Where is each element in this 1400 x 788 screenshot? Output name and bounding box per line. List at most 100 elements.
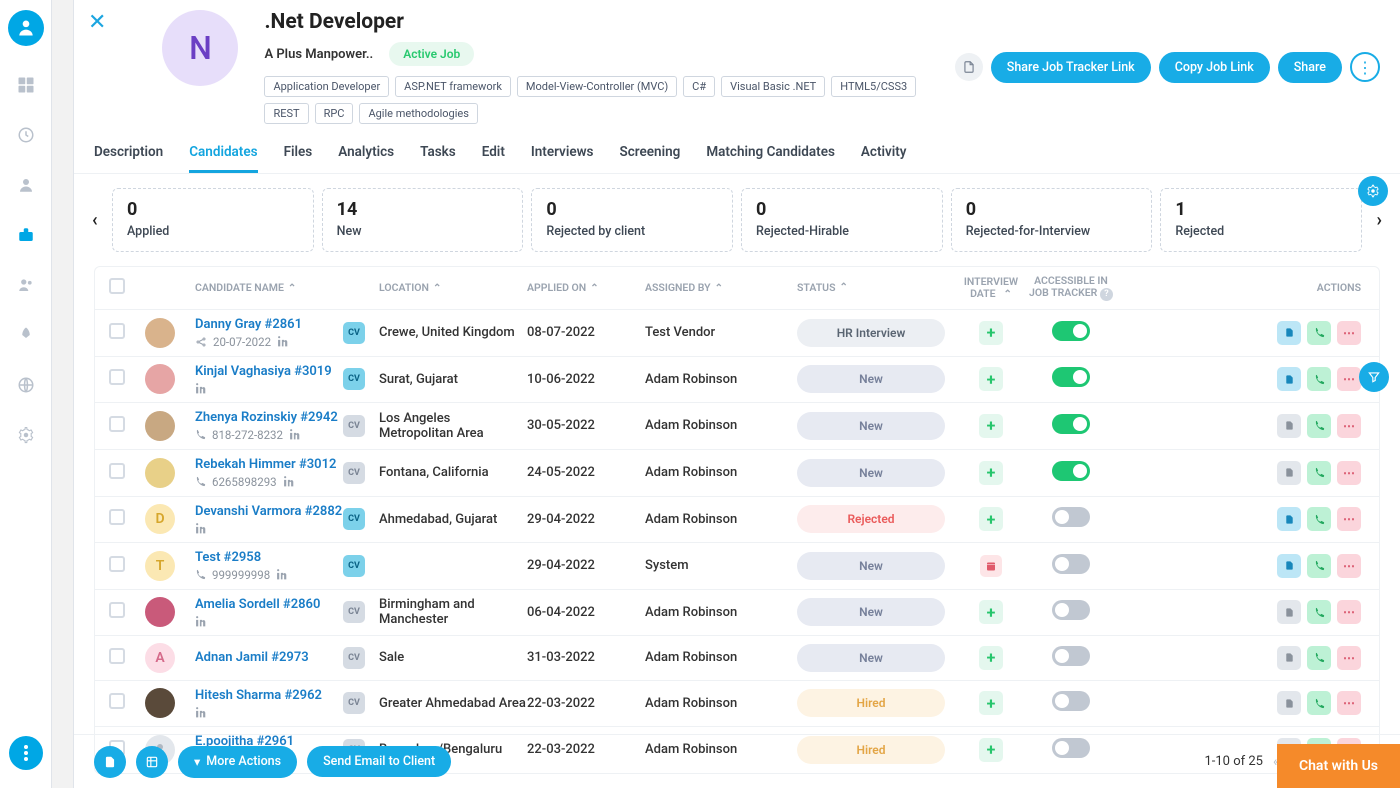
tab-files[interactable]: Files <box>284 138 313 173</box>
status-pill[interactable]: New <box>797 552 945 580</box>
nav-globe-icon[interactable] <box>15 374 37 396</box>
row-checkbox[interactable] <box>109 648 125 664</box>
add-interview-icon[interactable]: + <box>979 414 1003 438</box>
cv-badge[interactable]: CV <box>343 555 365 577</box>
row-checkbox[interactable] <box>109 369 125 385</box>
call-action-icon[interactable] <box>1307 600 1331 624</box>
call-action-icon[interactable] <box>1307 461 1331 485</box>
share-button[interactable]: Share <box>1278 52 1342 83</box>
cv-badge[interactable]: CV <box>343 692 365 714</box>
nav-rocket-icon[interactable] <box>15 324 37 346</box>
share-tracker-button[interactable]: Share Job Tracker Link <box>991 52 1151 83</box>
accessible-toggle[interactable] <box>1052 414 1090 434</box>
export-pdf-icon[interactable] <box>94 746 126 778</box>
status-pill[interactable]: New <box>797 412 945 440</box>
sort-icon[interactable]: ⌃ <box>433 283 441 294</box>
stage-card[interactable]: 0Rejected by client <box>531 188 733 252</box>
accessible-toggle[interactable] <box>1052 507 1090 527</box>
row-more-icon[interactable]: ⋯ <box>1337 646 1361 670</box>
close-icon[interactable]: ✕ <box>88 10 106 124</box>
col-name[interactable]: CANDIDATE NAME <box>195 281 284 294</box>
sort-icon[interactable]: ⌃ <box>839 282 847 293</box>
cv-badge[interactable]: CV <box>343 415 365 437</box>
help-icon[interactable]: ? <box>1100 288 1113 301</box>
doc-action-icon[interactable] <box>1277 461 1301 485</box>
cv-badge[interactable]: CV <box>343 322 365 344</box>
doc-action-icon[interactable] <box>1277 321 1301 345</box>
status-pill[interactable]: Rejected <box>797 505 945 533</box>
add-interview-icon[interactable]: + <box>979 691 1003 715</box>
stage-card[interactable]: 14New <box>322 188 524 252</box>
tab-edit[interactable]: Edit <box>482 138 505 173</box>
cv-badge[interactable]: CV <box>343 647 365 669</box>
status-pill[interactable]: HR Interview <box>797 319 945 347</box>
sidebar-fab-icon[interactable] <box>9 736 43 770</box>
call-action-icon[interactable] <box>1307 321 1331 345</box>
status-pill[interactable]: New <box>797 365 945 393</box>
accessible-toggle[interactable] <box>1052 600 1090 620</box>
col-location[interactable]: LOCATION <box>379 281 429 294</box>
row-checkbox[interactable] <box>109 416 125 432</box>
doc-action-icon[interactable] <box>1277 367 1301 391</box>
tab-screening[interactable]: Screening <box>620 138 681 173</box>
sort-icon[interactable]: ⌃ <box>715 283 723 294</box>
send-email-button[interactable]: Send Email to Client <box>307 746 451 777</box>
doc-action-icon[interactable] <box>1277 646 1301 670</box>
doc-action-icon[interactable] <box>1277 554 1301 578</box>
copy-link-button[interactable]: Copy Job Link <box>1159 52 1270 83</box>
filter-icon[interactable] <box>1359 362 1389 392</box>
call-action-icon[interactable] <box>1307 414 1331 438</box>
add-interview-icon[interactable]: + <box>979 461 1003 485</box>
cv-badge[interactable]: CV <box>343 508 365 530</box>
row-more-icon[interactable]: ⋯ <box>1337 367 1361 391</box>
doc-action-icon[interactable] <box>1277 507 1301 531</box>
tab-matching-candidates[interactable]: Matching Candidates <box>706 138 835 173</box>
stage-prev-icon[interactable]: ‹ <box>92 210 98 231</box>
nav-person-icon[interactable] <box>15 174 37 196</box>
row-more-icon[interactable]: ⋯ <box>1337 321 1361 345</box>
sort-icon[interactable]: ⌃ <box>288 283 296 294</box>
status-pill[interactable]: New <box>797 644 945 672</box>
nav-dashboard-icon[interactable] <box>15 74 37 96</box>
status-pill[interactable]: New <box>797 598 945 626</box>
tab-activity[interactable]: Activity <box>861 138 907 173</box>
call-action-icon[interactable] <box>1307 507 1331 531</box>
doc-action-icon[interactable] <box>1277 600 1301 624</box>
nav-briefcase-icon[interactable] <box>15 224 37 246</box>
add-interview-icon[interactable]: + <box>979 507 1003 531</box>
call-action-icon[interactable] <box>1307 367 1331 391</box>
tab-candidates[interactable]: Candidates <box>189 138 257 173</box>
status-pill[interactable]: New <box>797 459 945 487</box>
col-applied[interactable]: APPLIED ON <box>527 281 586 294</box>
call-action-icon[interactable] <box>1307 646 1331 670</box>
stage-card[interactable]: 0Rejected-Hirable <box>741 188 943 252</box>
row-more-icon[interactable]: ⋯ <box>1337 461 1361 485</box>
document-icon[interactable] <box>955 53 983 81</box>
doc-action-icon[interactable] <box>1277 691 1301 715</box>
select-all-checkbox[interactable] <box>109 278 125 294</box>
row-checkbox[interactable] <box>109 693 125 709</box>
sort-icon[interactable]: ⌃ <box>590 283 598 294</box>
row-checkbox[interactable] <box>109 602 125 618</box>
chat-button[interactable]: Chat with Us <box>1277 744 1400 788</box>
row-checkbox[interactable] <box>109 509 125 525</box>
add-interview-icon[interactable]: + <box>979 367 1003 391</box>
stage-settings-icon[interactable] <box>1358 176 1388 206</box>
accessible-toggle[interactable] <box>1052 461 1090 481</box>
accessible-toggle[interactable] <box>1052 554 1090 574</box>
export-xls-icon[interactable] <box>136 746 168 778</box>
nav-users-icon[interactable] <box>15 274 37 296</box>
add-interview-icon[interactable]: + <box>979 600 1003 624</box>
sort-icon[interactable]: ⌃ <box>1004 289 1012 300</box>
col-assigned[interactable]: ASSIGNED BY <box>645 281 711 294</box>
more-actions-button[interactable]: ▾More Actions <box>178 746 297 778</box>
stage-card[interactable]: 0Applied <box>112 188 314 252</box>
calendar-icon[interactable] <box>980 555 1002 577</box>
tab-interviews[interactable]: Interviews <box>531 138 594 173</box>
col-status[interactable]: STATUS <box>797 281 835 294</box>
row-more-icon[interactable]: ⋯ <box>1337 554 1361 578</box>
accessible-toggle[interactable] <box>1052 321 1090 341</box>
tab-analytics[interactable]: Analytics <box>338 138 394 173</box>
accessible-toggle[interactable] <box>1052 691 1090 711</box>
doc-action-icon[interactable] <box>1277 414 1301 438</box>
